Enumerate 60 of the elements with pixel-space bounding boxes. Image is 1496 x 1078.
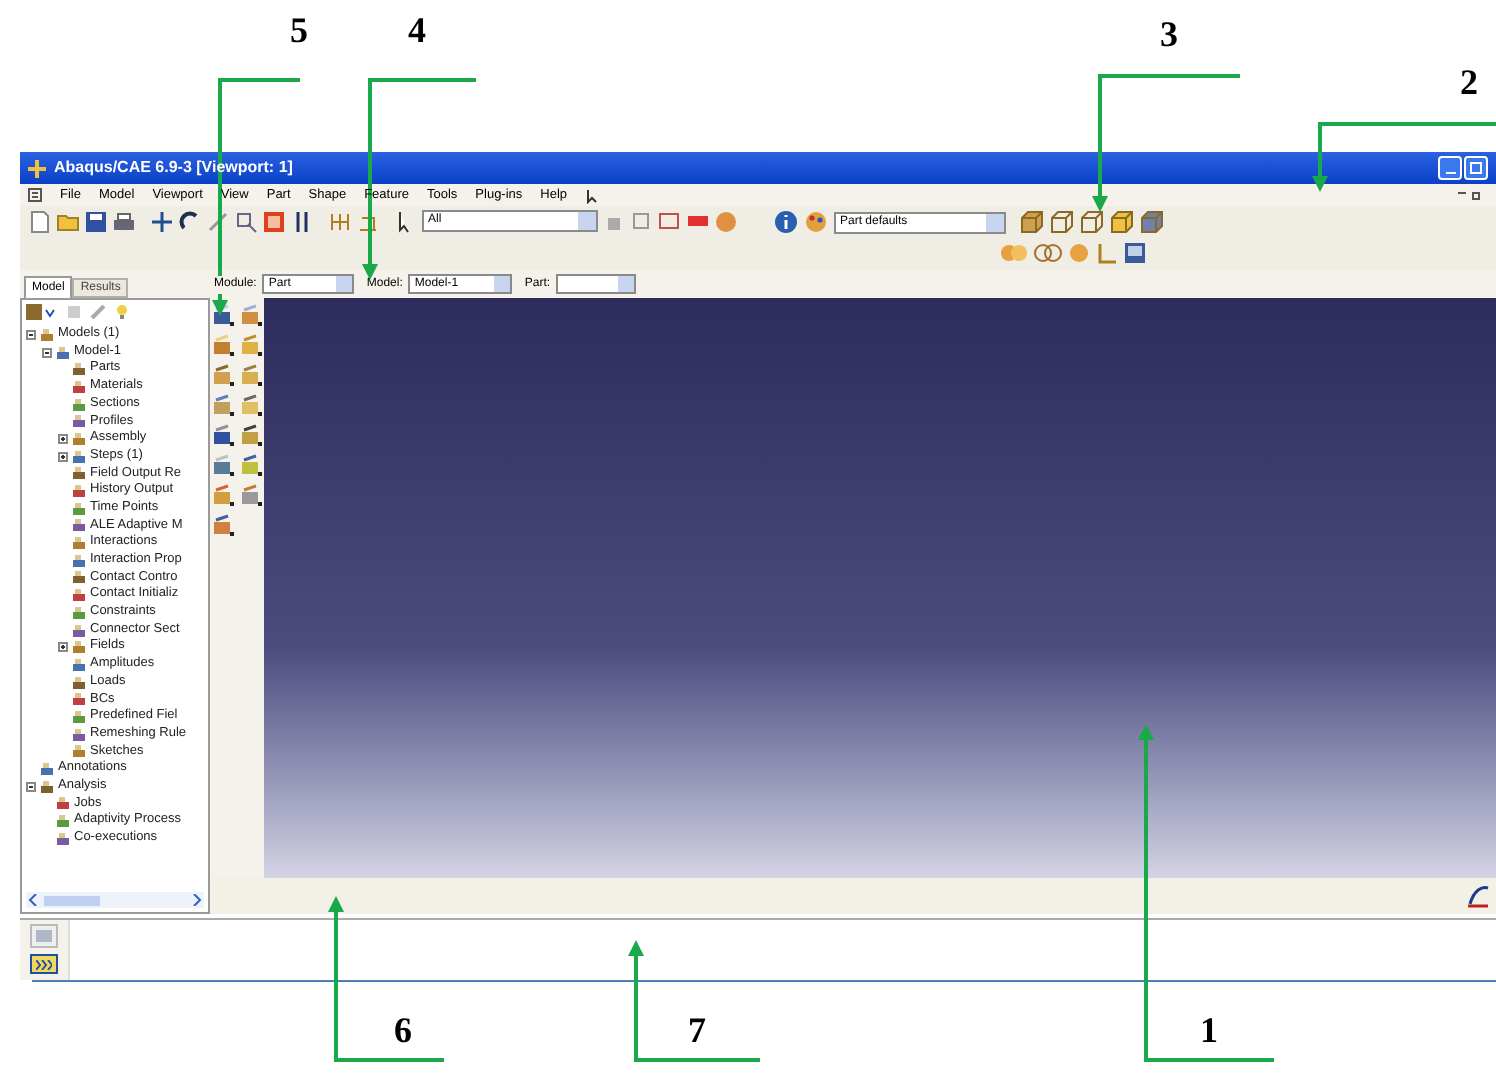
rectangle-select-icon[interactable] <box>658 210 682 234</box>
logo-icon <box>1464 882 1492 910</box>
tool-icon[interactable] <box>212 514 234 536</box>
tool-icon[interactable] <box>212 334 234 356</box>
expand-icon[interactable] <box>58 642 68 653</box>
callout-number: 1 <box>1200 1012 1218 1048</box>
save-icon[interactable] <box>84 210 108 234</box>
tool-icon[interactable] <box>240 334 262 356</box>
palette-icon[interactable] <box>804 210 828 234</box>
lightbulb-icon[interactable] <box>114 303 130 319</box>
tool-icon[interactable] <box>240 304 262 326</box>
chevrons-icon <box>36 959 52 969</box>
part-dropdown[interactable] <box>556 274 637 294</box>
tool-icon[interactable] <box>212 454 234 476</box>
open-folder-icon[interactable] <box>56 210 80 234</box>
tool-icon[interactable] <box>212 484 234 506</box>
shaded-cube-icon[interactable] <box>1110 210 1134 234</box>
tree-filter-icon[interactable] <box>26 303 58 319</box>
scroll-left-icon[interactable] <box>28 894 38 906</box>
tool-icon[interactable] <box>212 364 234 386</box>
tool-icon[interactable] <box>240 454 262 476</box>
collapse-icon[interactable] <box>26 329 36 340</box>
new-file-icon[interactable] <box>28 210 52 234</box>
tool-icon[interactable] <box>212 424 234 446</box>
maximize-button[interactable] <box>1464 156 1488 180</box>
tool-icon[interactable] <box>212 394 234 416</box>
scroll-right-icon[interactable] <box>192 894 202 906</box>
wireframe-cube-icon[interactable] <box>1080 210 1104 234</box>
command-line-button[interactable] <box>30 954 58 974</box>
shaded-cube-icon[interactable] <box>1140 210 1164 234</box>
cube-icon[interactable] <box>1020 210 1044 234</box>
callout-number: 2 <box>1460 64 1478 100</box>
callout-number: 6 <box>394 1012 412 1048</box>
callout-number: 7 <box>688 1012 706 1048</box>
box-zoom-icon[interactable] <box>234 210 258 234</box>
tool-icon[interactable] <box>240 394 262 416</box>
expand-icon[interactable] <box>58 433 68 444</box>
minimize-button[interactable] <box>1438 156 1462 180</box>
info-icon[interactable] <box>774 210 798 234</box>
callout-number: 4 <box>408 12 426 48</box>
tool-icon[interactable] <box>240 424 262 446</box>
rings-icon[interactable] <box>1034 242 1062 264</box>
print-icon[interactable] <box>112 210 136 234</box>
collapse-icon[interactable] <box>42 347 52 358</box>
horizontal-scrollbar[interactable] <box>26 892 204 908</box>
menu-icon[interactable] <box>28 188 42 202</box>
tool-icon[interactable] <box>240 484 262 506</box>
app-icon <box>28 159 46 177</box>
move-arrows-icon[interactable] <box>150 210 174 234</box>
tool-icon[interactable] <box>240 364 262 386</box>
callout-number: 5 <box>290 12 308 48</box>
monitor-icon[interactable] <box>1124 242 1146 264</box>
leader-line <box>628 940 760 1062</box>
expand-icon[interactable] <box>58 451 68 462</box>
rotate-icon[interactable] <box>178 210 202 234</box>
tree-item-icon <box>40 327 54 342</box>
collapse-icon[interactable] <box>26 781 36 792</box>
callout-number: 3 <box>1160 16 1178 52</box>
axes-icon[interactable] <box>1096 242 1118 264</box>
wireframe-cube-icon[interactable] <box>1050 210 1074 234</box>
